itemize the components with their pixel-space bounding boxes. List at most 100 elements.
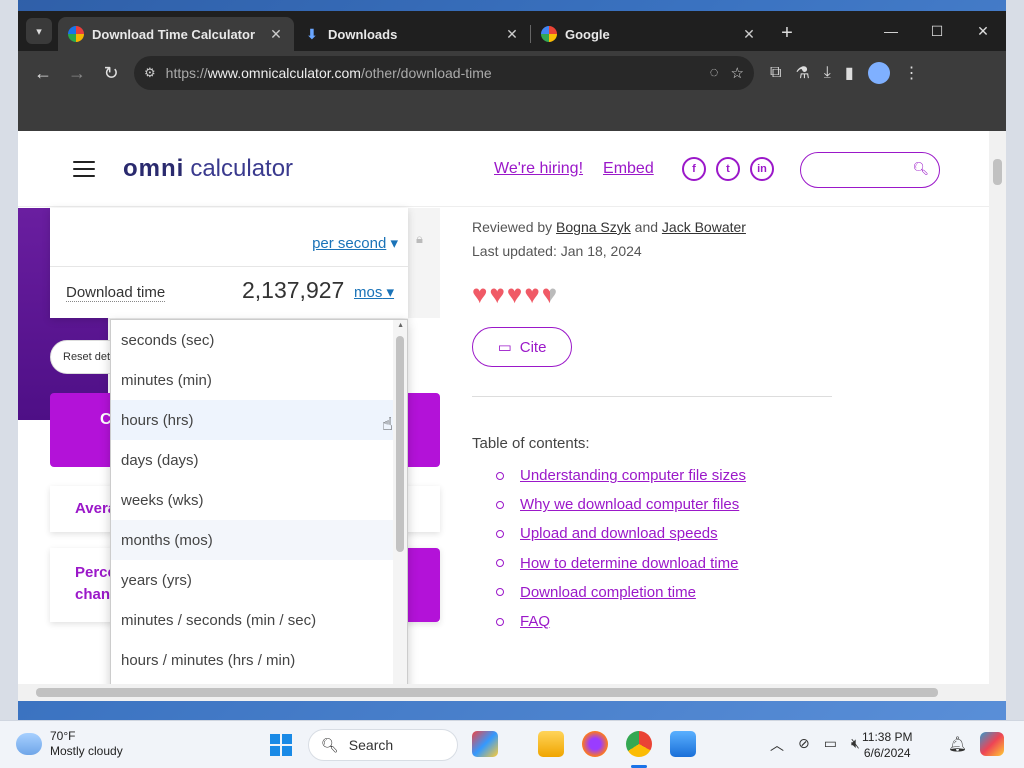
search-icon[interactable]: 🔍︎ [912, 161, 929, 177]
chrome-icon[interactable] [626, 731, 652, 757]
labs-icon[interactable]: ⚗ [795, 63, 809, 83]
browser-toolbar: ← → ↻ ⚙ https://www.omnicalculator.com/o… [18, 51, 1006, 95]
volume-icon[interactable]: 🔇︎ [851, 735, 860, 755]
bullet-icon [496, 529, 504, 538]
heart-icon[interactable]: ♥ [472, 281, 487, 307]
dropdown-option[interactable]: seconds (sec) [111, 320, 407, 360]
comment-icon: ▭ [497, 339, 512, 356]
maximize-icon[interactable]: ☐ [914, 11, 960, 51]
dropdown-scroll-thumb[interactable] [396, 336, 404, 552]
dropdown-option[interactable]: months (mos) [111, 520, 407, 560]
eye-off-icon[interactable]: ◌ [710, 64, 719, 82]
dropdown-option[interactable]: weeks (wks) [111, 480, 407, 520]
dropdown-option[interactable]: minutes (min) [111, 360, 407, 400]
close-icon[interactable]: ✕ [504, 26, 520, 43]
reviewer-link[interactable]: Bogna Szyk [556, 219, 631, 235]
dropdown-option[interactable]: hours / minutes (hrs / min) [111, 640, 407, 680]
menu-kebab-icon[interactable]: ⋮ [904, 63, 920, 83]
chevron-up-icon[interactable]: ︿ [770, 735, 784, 755]
clock[interactable]: 11:38 PM 6/6/2024 [862, 729, 912, 761]
tab-title: Downloads [328, 26, 398, 42]
toc-item: How to determine download time [496, 549, 746, 578]
toc-item: Understanding computer file sizes [496, 461, 746, 490]
linkedin-icon[interactable]: in [750, 157, 774, 181]
close-icon[interactable]: ✕ [741, 26, 757, 43]
profile-avatar-icon[interactable] [867, 62, 890, 84]
reload-button[interactable]: ↻ [94, 56, 128, 90]
cite-button[interactable]: ▭ Cite [472, 327, 572, 367]
photos-app-icon[interactable] [670, 731, 696, 757]
hamburger-menu-icon[interactable] [73, 160, 95, 177]
half-heart-icon[interactable]: ♥ [542, 281, 557, 307]
toc-link[interactable]: Upload and download speeds [520, 525, 718, 542]
time-unit-dropdown[interactable]: seconds (sec) minutes (min) hours (hrs) … [110, 319, 408, 701]
firefox-icon[interactable] [582, 731, 608, 757]
widgets-app-icon[interactable] [472, 731, 498, 757]
address-bar[interactable]: ⚙ https://www.omnicalculator.com/other/d… [134, 56, 754, 90]
dropdown-option[interactable]: years (yrs) [111, 560, 407, 600]
bullet-icon [496, 500, 504, 509]
page-scroll-thumb[interactable] [993, 159, 1002, 185]
tab-download-time-calculator[interactable]: Download Time Calculator ✕ [58, 17, 294, 51]
page-vertical-scrollbar[interactable] [989, 131, 1006, 684]
close-icon[interactable]: ✕ [268, 26, 284, 43]
taskbar-search[interactable]: 🔍︎ Search [308, 729, 458, 761]
bookmark-bar [18, 95, 1006, 131]
new-tab-button[interactable]: + [773, 19, 801, 47]
copilot-icon[interactable] [980, 732, 1004, 756]
divider [472, 396, 832, 397]
extensions-icon[interactable]: ⧉ [770, 64, 781, 82]
tab-search-button[interactable]: ▾ [26, 18, 52, 44]
back-button[interactable]: ← [26, 56, 60, 90]
weather-widget[interactable]: 70°F Mostly cloudy [16, 729, 123, 759]
facebook-icon[interactable]: f [682, 157, 706, 181]
network-off-icon[interactable]: ⊘ [798, 735, 810, 755]
windows-start-icon[interactable] [270, 734, 292, 756]
site-search-input[interactable]: 🔍︎ [800, 152, 940, 188]
notification-bell-icon[interactable]: 🔔︎ [948, 735, 967, 753]
embed-link[interactable]: Embed [603, 160, 654, 178]
reviewed-by: Reviewed by Bogna Szyk and Jack Bowater [472, 219, 746, 235]
dropdown-option[interactable]: days (days) [111, 440, 407, 480]
toc-link[interactable]: Download completion time [520, 584, 696, 601]
tab-google[interactable]: Google ✕ [531, 17, 767, 51]
scroll-up-icon[interactable]: ▲ [397, 322, 404, 329]
download-time-value[interactable]: 2,137,927 [242, 277, 344, 304]
toc-item: Upload and download speeds [496, 519, 746, 548]
minimize-icon[interactable]: — [868, 11, 914, 51]
speed-unit-select[interactable]: per second ▾ [312, 234, 398, 252]
forward-button[interactable]: → [60, 56, 94, 90]
reviewer-link[interactable]: Jack Bowater [662, 219, 746, 235]
tab-downloads[interactable]: ⬇ Downloads ✕ [294, 17, 530, 51]
lock-icon[interactable]: 🔒︎ [416, 231, 430, 247]
download-icon[interactable]: ⤓ [824, 64, 831, 82]
download-time-unit-select[interactable]: mos ▾ [354, 283, 394, 301]
page-horizontal-scrollbar[interactable] [18, 684, 1006, 701]
dropdown-option[interactable]: minutes / seconds (min / sec) [111, 600, 407, 640]
toc-link[interactable]: Why we download computer files [520, 496, 739, 513]
display-icon[interactable]: ▭ [824, 735, 837, 755]
close-window-icon[interactable]: ✕ [960, 11, 1006, 51]
dropdown-scrollbar[interactable]: ▲ ▼ [393, 320, 407, 700]
rating-hearts[interactable]: ♥ ♥ ♥ ♥ ♥ [472, 281, 557, 307]
file-explorer-icon[interactable] [538, 731, 564, 757]
dropdown-option[interactable]: hours (hrs) [111, 400, 407, 440]
site-info-icon[interactable]: ⚙ [144, 65, 156, 81]
toc-link[interactable]: FAQ [520, 613, 550, 630]
url-text[interactable]: https://www.omnicalculator.com/other/dow… [166, 65, 710, 81]
twitter-icon[interactable]: t [716, 157, 740, 181]
star-icon[interactable]: ☆ [731, 64, 744, 82]
divider [50, 266, 408, 267]
omni-logo[interactable]: omni calculator [123, 155, 293, 183]
hiring-link[interactable]: We're hiring! [494, 160, 583, 178]
heart-icon[interactable]: ♥ [507, 281, 522, 307]
calculator-card: per second ▾ Download time 2,137,927 mos… [50, 208, 408, 318]
page-hscroll-thumb[interactable] [36, 688, 938, 697]
bullet-icon [496, 471, 504, 480]
heart-icon[interactable]: ♥ [489, 281, 504, 307]
toc-link[interactable]: Understanding computer file sizes [520, 467, 746, 484]
heart-icon[interactable]: ♥ [524, 281, 539, 307]
toc-link[interactable]: How to determine download time [520, 555, 738, 572]
side-panel-icon[interactable]: ▮ [845, 63, 854, 83]
omni-favicon-icon [68, 26, 84, 42]
